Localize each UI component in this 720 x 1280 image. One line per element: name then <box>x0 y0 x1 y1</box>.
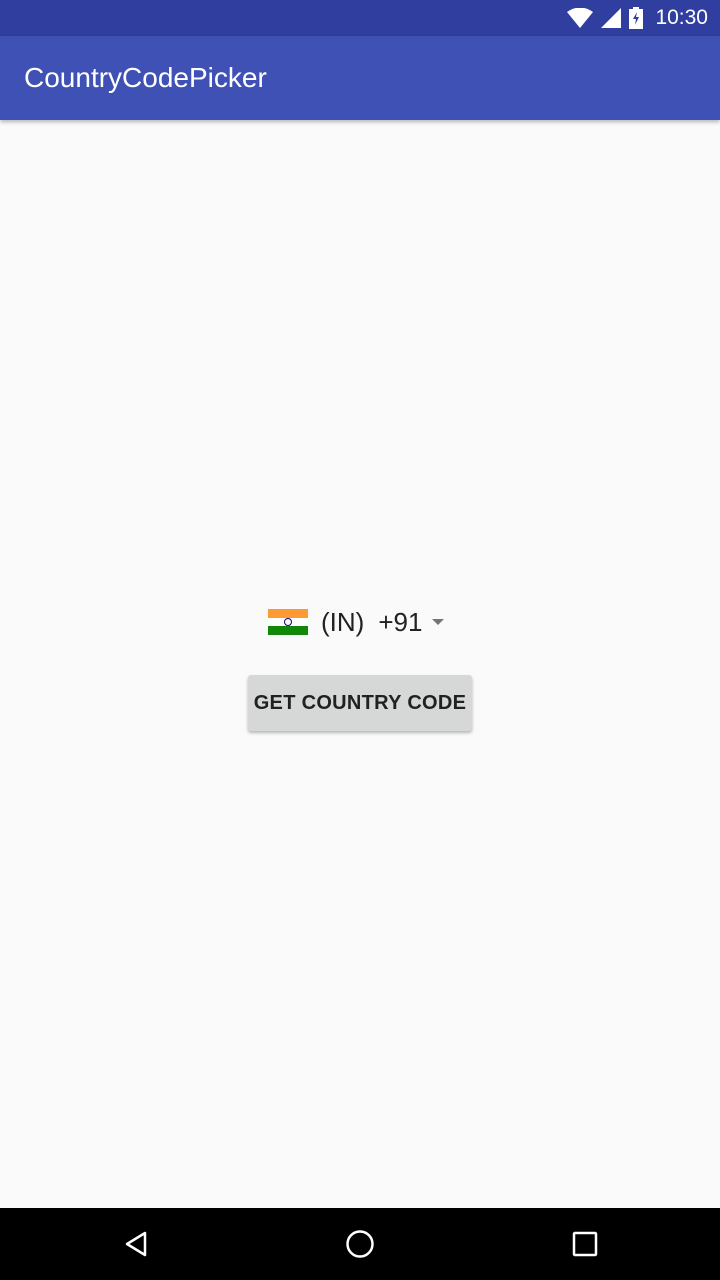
phone-code: +91 <box>378 606 423 637</box>
main-content: (IN) +91 GET COUNTRY CODE <box>0 120 720 1208</box>
app-title: CountryCodePicker <box>24 62 267 93</box>
country-code-picker[interactable]: (IN) +91 <box>268 604 445 640</box>
back-icon[interactable] <box>120 1228 152 1260</box>
status-time: 10:30 <box>655 6 708 29</box>
get-country-code-button[interactable]: GET COUNTRY CODE <box>248 675 472 731</box>
dropdown-arrow-icon <box>432 619 445 625</box>
india-flag-icon <box>268 609 308 636</box>
recents-icon[interactable] <box>569 1228 601 1260</box>
country-name-code: (IN) <box>321 606 365 637</box>
wifi-icon <box>567 8 594 28</box>
status-bar: 10:30 <box>0 0 720 36</box>
battery-charging-icon <box>629 7 644 29</box>
home-icon[interactable] <box>344 1228 376 1260</box>
navigation-bar <box>0 1208 720 1280</box>
app-bar: CountryCodePicker <box>0 36 720 120</box>
signal-icon <box>601 8 622 28</box>
